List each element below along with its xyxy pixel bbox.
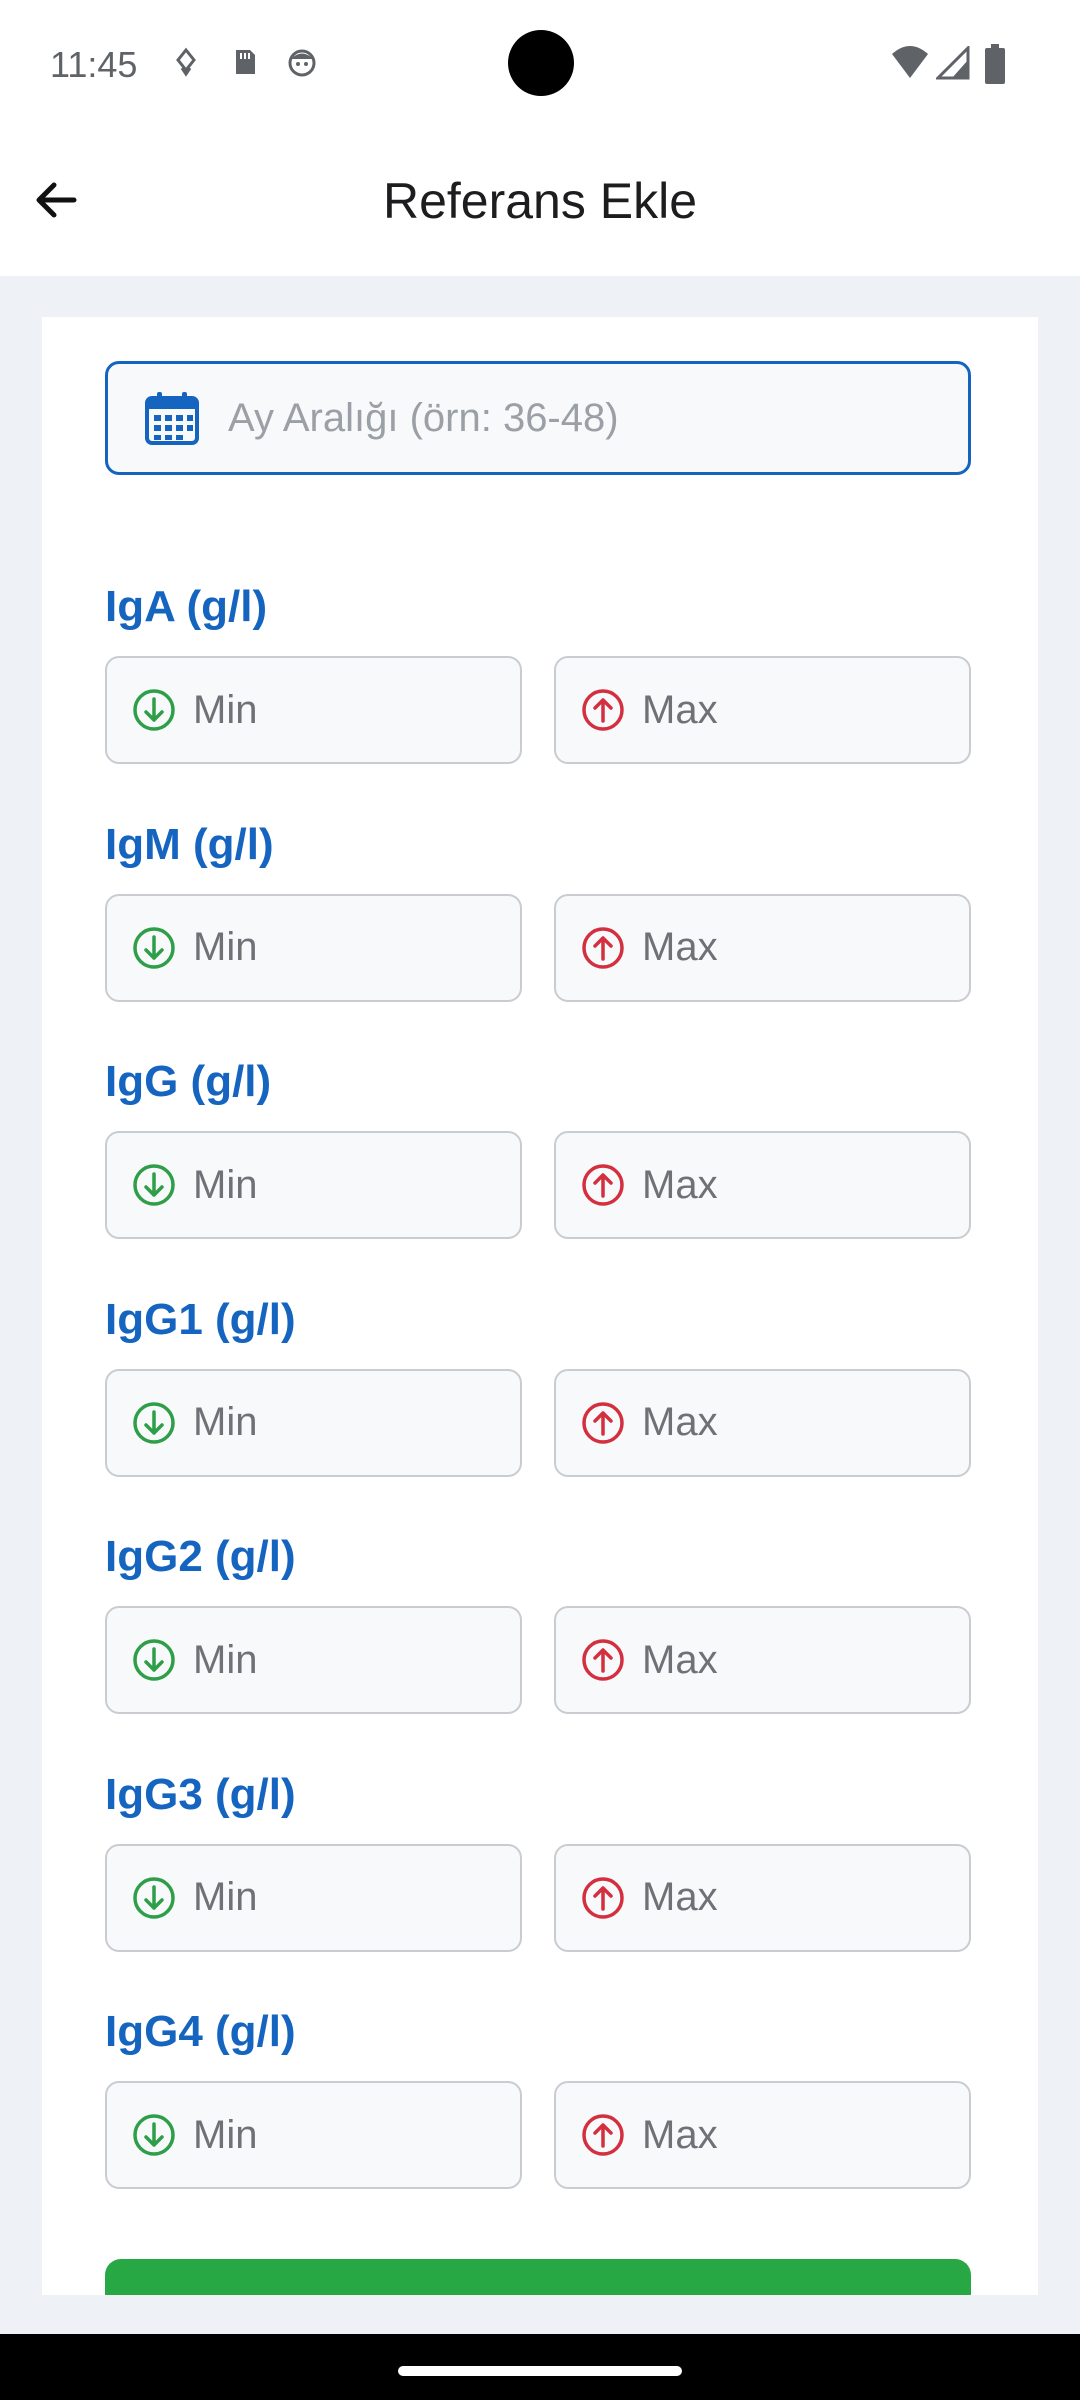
max-input[interactable]: [640, 924, 944, 971]
min-input[interactable]: [191, 1399, 495, 1446]
arrow-up-circle-icon: [582, 689, 624, 731]
group-label: IgG2 (g/l): [105, 1532, 296, 1581]
status-time: 11:45: [50, 44, 138, 85]
face-icon: [288, 49, 316, 77]
max-input[interactable]: [640, 1399, 944, 1446]
app-bar: Referans Ekle: [0, 130, 1080, 276]
month-range-input[interactable]: [226, 394, 950, 442]
group-label: IgG4 (g/l): [105, 2007, 296, 2056]
max-input[interactable]: [640, 1161, 944, 1209]
reference-group: IgG1 (g/l): [105, 1295, 971, 1485]
min-field[interactable]: [105, 1368, 522, 1477]
max-field[interactable]: [554, 2081, 971, 2189]
max-field[interactable]: [554, 1606, 971, 1714]
reference-group: IgM (g/l): [105, 820, 971, 1010]
arrow-down-circle-icon: [133, 1639, 175, 1681]
min-input[interactable]: [191, 1874, 495, 1921]
navigation-bar: [0, 2334, 1080, 2400]
battery-icon: [985, 44, 1005, 84]
max-field[interactable]: [554, 656, 971, 764]
home-indicator[interactable]: [398, 2366, 682, 2376]
min-field[interactable]: [105, 1606, 522, 1714]
min-field[interactable]: [105, 1131, 522, 1239]
reference-group: IgG3 (g/l): [105, 1770, 971, 1960]
reference-form-card: IgA (g/l) IgM (g/l) IgG (g/l) IgG1 (g/l) IgG…: [42, 317, 1038, 2295]
max-input[interactable]: [640, 686, 944, 734]
min-input[interactable]: [191, 1636, 495, 1684]
arrow-down-circle-icon: [133, 1164, 175, 1206]
reference-group: IgG (g/l): [105, 1057, 971, 1247]
min-input[interactable]: [191, 1161, 495, 1209]
arrow-up-circle-icon: [582, 2114, 624, 2156]
min-field[interactable]: [105, 893, 522, 1002]
reference-group: IgG2 (g/l): [105, 1532, 971, 1722]
min-input[interactable]: [191, 924, 495, 971]
arrow-up-circle-icon: [582, 926, 624, 969]
data-saver-icon: [176, 47, 196, 77]
group-label: IgG (g/l): [105, 1057, 272, 1106]
month-range-field[interactable]: [105, 361, 971, 475]
wifi-icon: [892, 46, 928, 78]
min-field[interactable]: [105, 1843, 522, 1952]
min-input[interactable]: [191, 686, 495, 734]
min-input[interactable]: [191, 2111, 495, 2159]
arrow-up-circle-icon: [582, 1639, 624, 1681]
max-input[interactable]: [640, 1636, 944, 1684]
save-button[interactable]: [105, 2259, 971, 2295]
max-input[interactable]: [640, 1874, 944, 1921]
group-label: IgG1 (g/l): [105, 1294, 296, 1344]
max-field[interactable]: [554, 893, 971, 1002]
group-label: IgA (g/l): [105, 582, 268, 631]
reference-group: IgG4 (g/l): [105, 2007, 971, 2197]
reference-group: IgA (g/l): [105, 582, 971, 772]
max-field[interactable]: [554, 1368, 971, 1477]
status-bar: 11:45: [0, 0, 1080, 130]
page-title: Referans Ekle: [382, 173, 698, 229]
max-field[interactable]: [554, 1131, 971, 1239]
min-field[interactable]: [105, 2081, 522, 2189]
group-label: IgM (g/l): [105, 819, 274, 869]
arrow-down-circle-icon: [133, 1401, 175, 1444]
arrow-down-circle-icon: [133, 926, 175, 969]
sd-card-icon: [236, 50, 255, 74]
max-input[interactable]: [640, 2111, 944, 2159]
arrow-down-circle-icon: [133, 2114, 175, 2156]
arrow-up-circle-icon: [582, 1876, 624, 1919]
calendar-icon: [145, 392, 199, 445]
min-field[interactable]: [105, 656, 522, 764]
signal-icon: [936, 46, 970, 80]
arrow-up-circle-icon: [582, 1164, 624, 1206]
arrow-up-circle-icon: [582, 1401, 624, 1444]
front-camera: [508, 30, 574, 96]
group-label: IgG3 (g/l): [105, 1769, 296, 1819]
max-field[interactable]: [554, 1843, 971, 1952]
arrow-down-circle-icon: [133, 689, 175, 731]
arrow-down-circle-icon: [133, 1876, 175, 1919]
